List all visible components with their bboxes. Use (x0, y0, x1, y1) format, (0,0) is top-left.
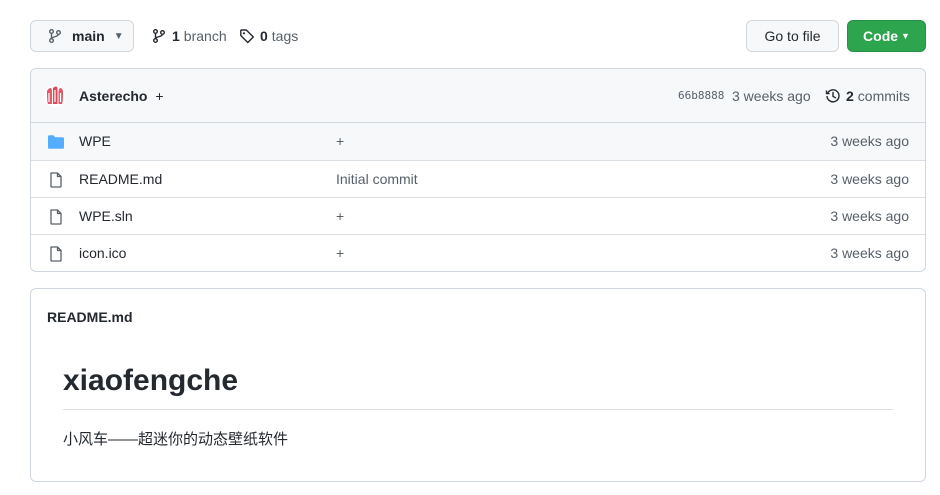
commit-count-word: commits (857, 88, 910, 104)
file-icon (50, 246, 62, 262)
file-name[interactable]: icon.ico (79, 245, 126, 261)
file-commit-message[interactable]: + (336, 133, 344, 149)
branch-select-button[interactable]: main ▼ (30, 20, 134, 52)
repo-toolbar: main ▼ 1 branch 0 tags Go to file Code ▼ (30, 20, 926, 52)
chevron-down-icon: ▼ (901, 31, 910, 41)
file-icon (50, 209, 62, 225)
commits-link[interactable]: 2 commits (825, 88, 910, 104)
go-to-file-button[interactable]: Go to file (746, 20, 839, 52)
file-time: 3 weeks ago (830, 208, 909, 224)
commit-author[interactable]: Asterecho + (79, 88, 164, 104)
commit-sha[interactable]: 66b8888 (678, 89, 724, 102)
file-browser: Asterecho + 66b8888 3 weeks ago 2 commit… (30, 68, 926, 272)
file-row[interactable]: WPE + 3 weeks ago (31, 123, 925, 160)
code-button[interactable]: Code ▼ (847, 20, 926, 52)
file-row[interactable]: WPE.sln + 3 weeks ago (31, 197, 925, 234)
file-row[interactable]: README.md Initial commit 3 weeks ago (31, 160, 925, 197)
file-name[interactable]: WPE.sln (79, 208, 133, 224)
file-time: 3 weeks ago (830, 171, 909, 187)
file-name[interactable]: WPE (79, 133, 111, 149)
file-time: 3 weeks ago (830, 245, 909, 261)
tag-word: tags (271, 28, 299, 44)
branch-word: branch (183, 28, 227, 44)
tag-count: 0 (260, 28, 268, 44)
chevron-down-icon: ▼ (113, 30, 124, 42)
commit-count: 2 (846, 88, 854, 104)
file-icon (50, 172, 62, 188)
branch-count: 1 (172, 28, 180, 44)
file-row[interactable]: icon.ico + 3 weeks ago (31, 234, 925, 271)
branch-name: main (72, 28, 105, 44)
latest-commit-bar: Asterecho + 66b8888 3 weeks ago 2 commit… (31, 69, 925, 123)
avatar[interactable] (44, 85, 66, 107)
history-icon (825, 89, 840, 103)
readme-description: 小风车——超迷你的动态壁纸软件 (63, 431, 289, 448)
readme-filename[interactable]: README.md (47, 309, 133, 325)
commit-message[interactable]: + (155, 88, 163, 104)
git-branch-icon (153, 29, 165, 43)
readme-panel: README.md xiaofengche 小风车——超迷你的动态壁纸软件 (30, 288, 926, 482)
tags-link[interactable]: 0 tags (239, 20, 298, 52)
folder-icon (48, 135, 64, 149)
file-name[interactable]: README.md (79, 171, 162, 187)
code-button-label: Code (863, 28, 899, 44)
file-commit-message[interactable]: + (336, 245, 344, 261)
file-time: 3 weeks ago (830, 133, 909, 149)
file-commit-message[interactable]: Initial commit (336, 171, 418, 187)
readme-title: xiaofengche (63, 363, 893, 410)
commit-time: 3 weeks ago (732, 88, 811, 104)
commit-author-name[interactable]: Asterecho (79, 88, 147, 104)
file-commit-message[interactable]: + (336, 208, 344, 224)
branches-link[interactable]: 1 branch (151, 20, 227, 52)
tag-icon (240, 29, 254, 44)
git-branch-icon (49, 29, 61, 43)
